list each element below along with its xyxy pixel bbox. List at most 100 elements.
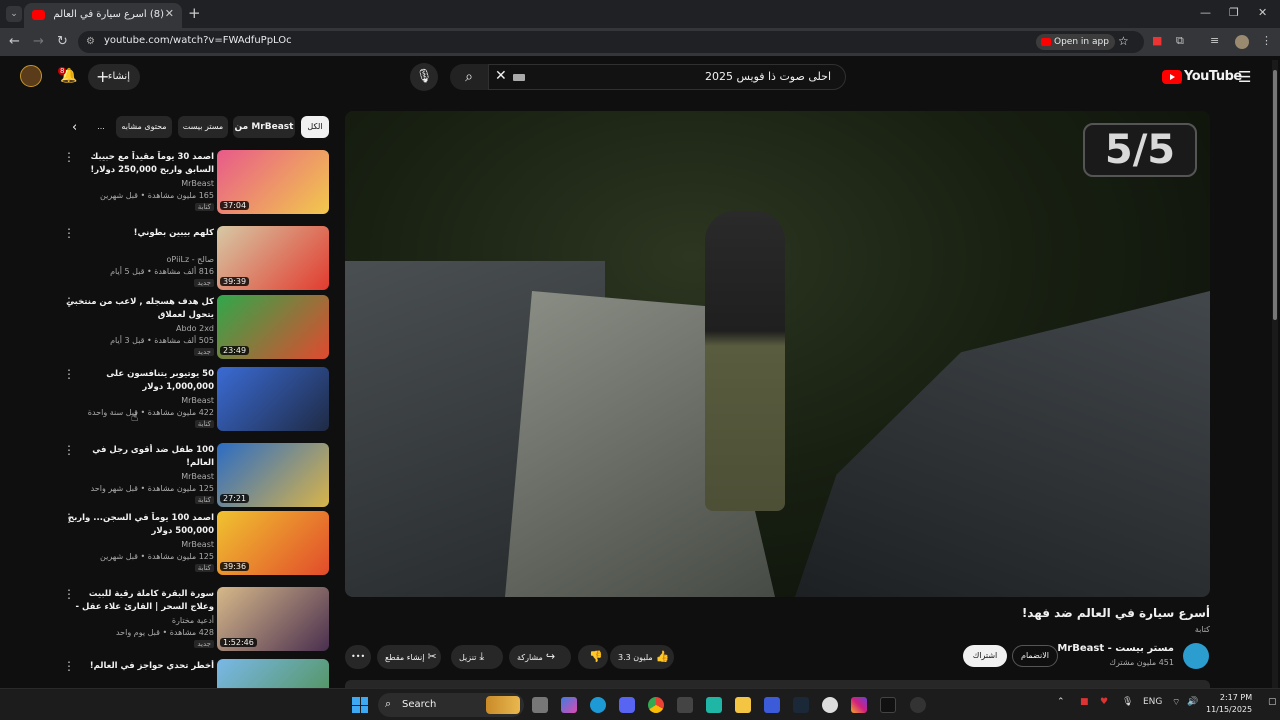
edge-icon[interactable] [590,697,606,713]
more-vert-icon[interactable]: ⋮ [63,587,75,601]
keyboard-icon[interactable] [513,74,525,81]
windows-start-icon[interactable] [352,697,368,713]
notification-center-icon[interactable]: ▢ [1268,697,1277,707]
recommendation-item[interactable]: 37:04 اصمد 30 يوماً مقيداً مع حبيبك الساب… [60,150,332,214]
url-text[interactable]: youtube.com/watch?v=FWAdfuPpLOc [104,35,292,46]
chip-all[interactable]: الكل [301,116,329,138]
clip-button[interactable]: إنشاء مقطع ✂ [377,645,441,669]
rec-title[interactable]: كلهم بيبين بطوني! [66,227,214,240]
tab-list-chevron-icon[interactable]: ⌄ [6,6,22,22]
recommendation-item[interactable]: 1:52:46 سورة البقرة كاملة رقية للبيت وعلا… [60,587,332,651]
instagram-icon[interactable] [851,697,867,713]
more-vert-icon[interactable]: ⋮ [63,367,75,381]
app-m-icon[interactable] [764,697,780,713]
tray-red-app-icon[interactable]: ■ [1080,697,1089,707]
open-in-app-button[interactable]: Open in app [1036,34,1115,50]
extensions-puzzle-icon[interactable]: ⧉ [1176,34,1184,48]
recommendation-item[interactable]: 27:21 100 طفل ضد أقوى رجل في العالم! MrBea… [60,443,332,507]
video-thumbnail[interactable]: 27:21 [217,443,329,507]
search-query[interactable]: احلى صوت ذا فويس 2025 [705,70,831,83]
voice-search-mic-icon[interactable]: 🎙 [410,63,438,91]
more-vert-icon[interactable]: ⋮ [63,659,75,673]
more-vert-icon[interactable]: ⋮ [63,150,75,164]
wifi-icon[interactable]: ⌔ [1172,697,1180,708]
more-actions-button[interactable]: ••• [345,645,371,669]
language-indicator[interactable]: ENG [1143,697,1162,707]
tray-red-app2-icon[interactable]: ♥ [1100,697,1108,707]
capcut-icon[interactable] [706,697,722,713]
more-vert-icon[interactable]: ⋮ [63,443,75,457]
site-info-icon[interactable]: ⚙ [86,36,95,47]
rec-title[interactable]: 50 يوتيوبر يتنافسون على 1,000,000 دولار [66,368,214,394]
chip-mrbeast-ar[interactable]: مستر بيست [178,116,228,138]
rec-title[interactable]: اصمد 30 يوماً مقيداً مع حبيبك السابق وار… [66,151,214,177]
chip-from-mrbeast[interactable]: من MrBeast [233,116,295,138]
store-icon[interactable] [677,697,693,713]
copilot-icon[interactable] [561,697,577,713]
rec-channel[interactable]: MrBeast [181,179,214,188]
recommendation-item[interactable]: 23:49 كل هدف هسجله , لاعب من منتخبي يتحول… [60,295,332,359]
video-thumbnail[interactable]: 39:36 [217,511,329,575]
channel-avatar[interactable] [1183,643,1209,669]
rec-title[interactable]: أخطر تحدي حواجز في العالم! [66,660,214,673]
profile-avatar[interactable] [1235,35,1249,49]
window-close-icon[interactable]: ✕ [1258,6,1267,19]
tray-chevron-icon[interactable]: ⌃ [1057,697,1065,707]
extension-red-icon[interactable]: ■ [1152,34,1162,47]
video-thumbnail[interactable]: 39:39 [217,226,329,290]
recommendation-item[interactable]: 50 يوتيوبر يتنافسون على 1,000,000 دولار M… [60,367,332,431]
hamburger-menu-icon[interactable]: ☰ [1238,68,1251,86]
media-control-icon[interactable]: ≡ [1210,34,1219,47]
rec-channel[interactable]: Abdo 2xd [176,324,214,333]
video-thumbnail[interactable] [217,367,329,431]
rec-channel[interactable]: أدعية مختارة [172,616,214,625]
recommendation-item[interactable]: أخطر تحدي حواجز في العالم!MrBeast⋮ [60,659,332,690]
video-thumbnail[interactable]: 1:52:46 [217,587,329,651]
rec-channel[interactable]: MrBeast [181,472,214,481]
reload-icon[interactable]: ↻ [57,34,68,49]
video-thumbnail[interactable] [217,659,329,690]
obs-icon[interactable] [822,697,838,713]
file-explorer-icon[interactable] [735,697,751,713]
more-vert-icon[interactable]: ⋮ [63,511,75,525]
taskbar-search[interactable]: ⌕ Search [378,693,524,717]
video-thumbnail[interactable]: 23:49 [217,295,329,359]
chip-related[interactable]: محتوى مشابه [116,116,172,138]
create-button[interactable]: + إنشاء [88,64,140,90]
omnibox[interactable]: ⚙ youtube.com/watch?v=FWAdfuPpLOc Open i… [78,31,1144,53]
tray-mic-icon[interactable]: 🎙 [1122,697,1133,707]
tab-close-icon[interactable]: ✕ [165,7,174,20]
recommendation-item[interactable]: 39:36 اصمد 100 يوماً في السجن... واربح 50… [60,511,332,575]
steam-icon[interactable] [793,697,809,713]
dislike-button[interactable]: 👎 [578,645,608,669]
account-avatar[interactable] [20,65,42,87]
task-view-icon[interactable] [532,697,548,713]
like-button[interactable]: 3.3 مليون 👍 [610,645,674,669]
taskbar-clock[interactable]: 2:17 PM 11/15/2025 [1206,692,1252,716]
rec-channel[interactable]: MrBeast [181,396,214,405]
subscribe-button[interactable]: اشتراك [963,645,1007,667]
minimize-icon[interactable]: — [1200,6,1211,19]
more-vert-icon[interactable]: ⋮ [63,226,75,240]
chrome-menu-icon[interactable]: ⋮ [1261,34,1272,47]
new-tab-plus-icon[interactable]: + [188,4,201,22]
page-scrollbar[interactable] [1272,60,1278,688]
discord-icon[interactable] [619,697,635,713]
clear-search-icon[interactable]: ✕ [495,68,507,84]
recommendation-item[interactable]: 39:39 كلهم بيبين بطوني! صالح - oPiiLz 816 أ… [60,226,332,290]
rec-channel[interactable]: MrBeast [181,540,214,549]
tiktok-icon[interactable] [880,697,896,713]
rec-title[interactable]: اصمد 100 يوماً في السجن... واربح 500,000… [66,512,214,538]
share-button[interactable]: مشاركة ↪ [509,645,571,669]
more-vert-icon[interactable]: ⋮ [63,295,75,309]
browser-tab-active[interactable]: (8) أسرع سيارة في العالم ضد ✕ [24,3,182,28]
channel-name[interactable]: مستر بيست - MrBeast [1057,643,1174,654]
chip-more[interactable]: ... [90,116,112,138]
app-circle-icon[interactable] [910,697,926,713]
forward-arrow-icon[interactable]: → [33,34,44,49]
rec-title[interactable]: كل هدف هسجله , لاعب من منتخبي يتحول لعمل… [66,296,214,322]
scrollbar-thumb[interactable] [1273,70,1277,320]
rec-title[interactable]: سورة البقرة كاملة رقية للبيت وعلاج السحر… [66,588,214,615]
youtube-logo[interactable]: YouTube [1162,69,1242,84]
search-input[interactable]: احلى صوت ذا فويس 2025 ✕ [488,64,846,90]
